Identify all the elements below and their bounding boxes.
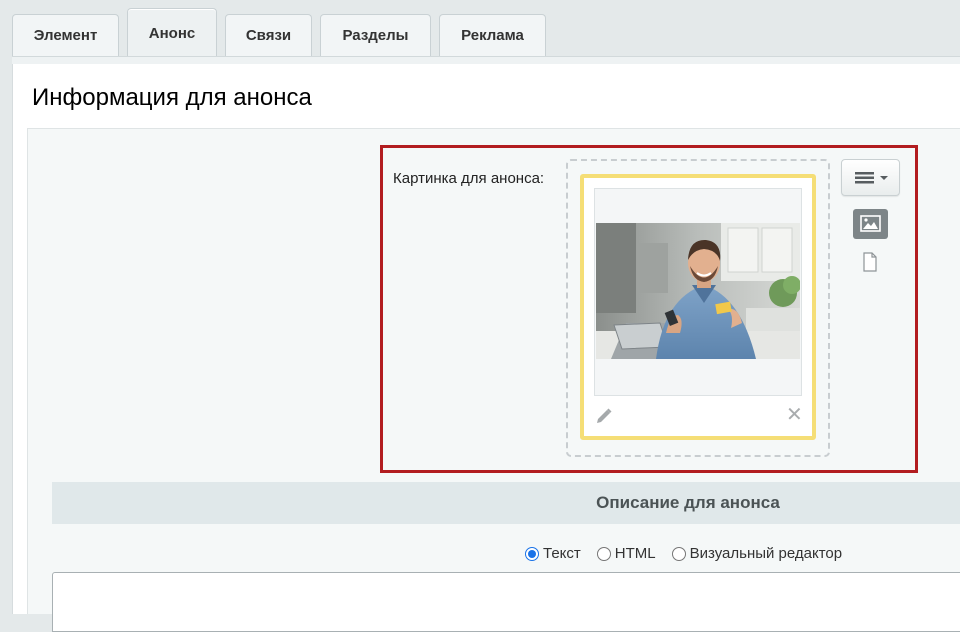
close-icon[interactable]: ✕ bbox=[786, 405, 803, 425]
tab-bar: Элемент Анонс Связи Разделы Реклама bbox=[0, 0, 960, 64]
image-field-label: Картинка для анонса: bbox=[393, 170, 545, 187]
radio-visual-editor-mode[interactable]: Визуальный редактор bbox=[671, 545, 843, 562]
radio-button-checked[interactable] bbox=[525, 546, 539, 561]
radio-label-visual: Визуальный редактор bbox=[689, 545, 843, 562]
radio-html-mode[interactable]: HTML bbox=[596, 545, 656, 562]
radio-label-html: HTML bbox=[614, 545, 656, 562]
radio-button[interactable] bbox=[671, 546, 686, 561]
announce-image-preview[interactable] bbox=[596, 223, 800, 359]
description-section-header: Описание для анонса bbox=[52, 482, 960, 524]
panel-title: Информация для анонса bbox=[32, 84, 312, 111]
file-icon[interactable] bbox=[862, 252, 878, 272]
image-options-menu-button[interactable] bbox=[841, 159, 900, 196]
tab-element[interactable]: Элемент bbox=[12, 14, 119, 56]
description-section-title: Описание для анонса bbox=[596, 493, 780, 512]
description-textarea[interactable] bbox=[52, 572, 960, 632]
image-icon bbox=[860, 215, 881, 232]
image-mode-button[interactable] bbox=[853, 209, 888, 239]
tab-sections[interactable]: Разделы bbox=[320, 14, 431, 56]
hamburger-menu-icon bbox=[855, 172, 888, 184]
tab-links[interactable]: Связи bbox=[225, 14, 312, 56]
tab-announce[interactable]: Анонс bbox=[127, 8, 217, 58]
description-mode-selector: Текст HTML Визуальный редактор bbox=[525, 545, 858, 562]
radio-text-mode[interactable]: Текст bbox=[525, 545, 581, 562]
pencil-icon[interactable] bbox=[595, 407, 613, 425]
tab-ads[interactable]: Реклама bbox=[439, 14, 546, 56]
radio-label-text: Текст bbox=[543, 545, 581, 562]
radio-button[interactable] bbox=[596, 546, 611, 561]
tab-divider bbox=[12, 56, 960, 64]
